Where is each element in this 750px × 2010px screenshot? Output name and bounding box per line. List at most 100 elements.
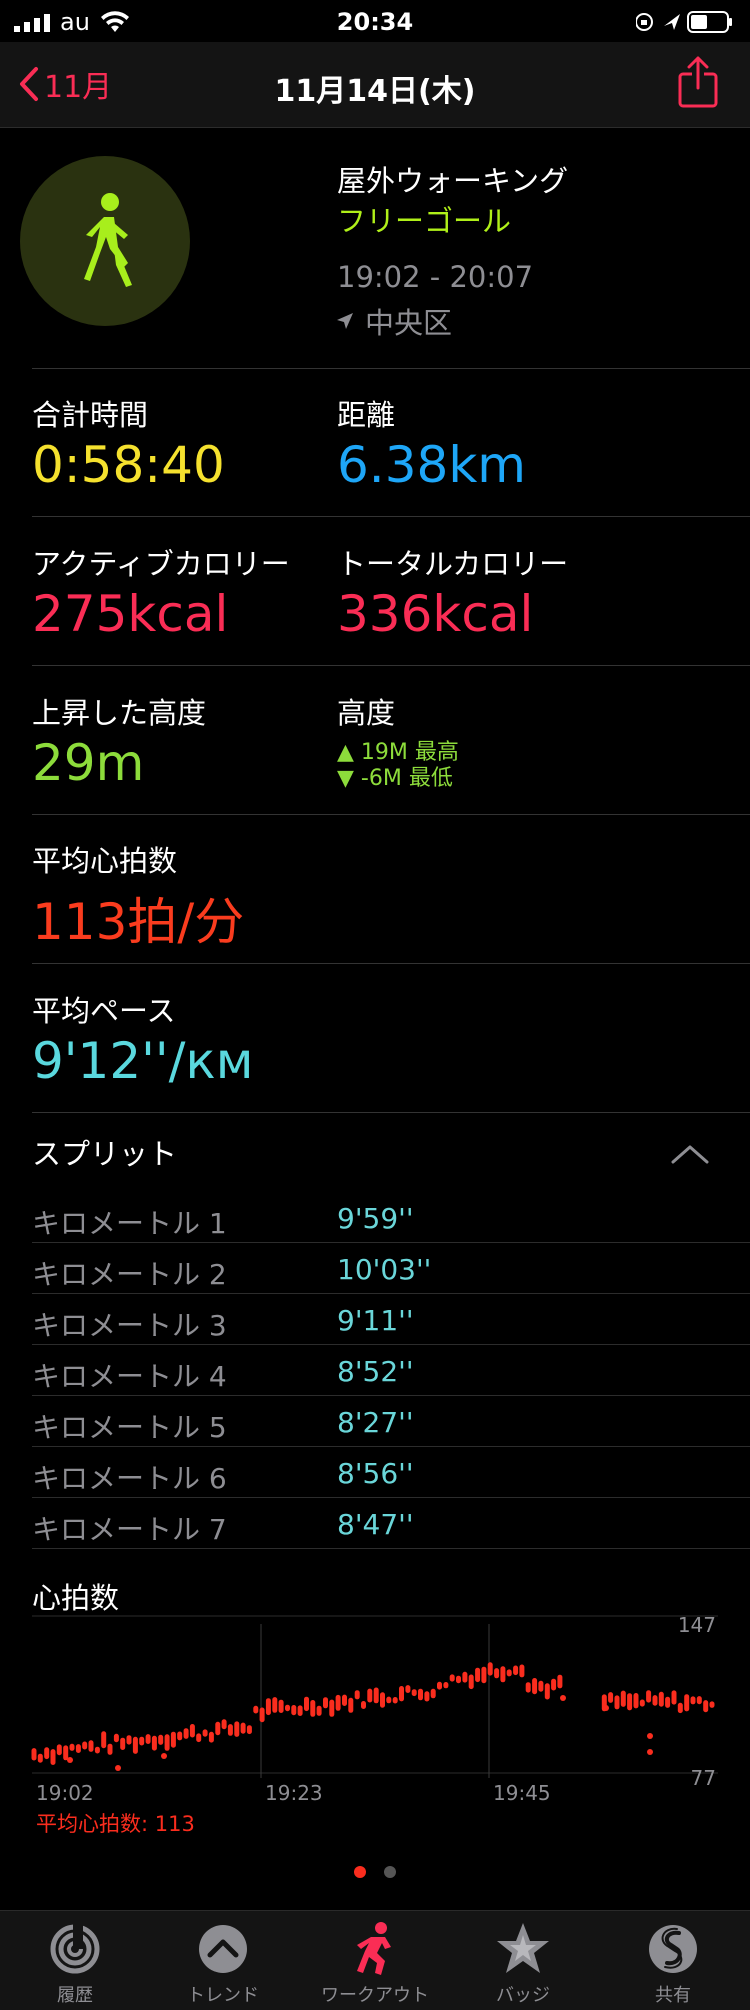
heart-rate-bar: [494, 1668, 500, 1679]
tab-label: ワークアウト: [321, 1985, 429, 2006]
metric-label: 平均心拍数: [32, 844, 178, 878]
tab-sharing[interactable]: 共有: [608, 1919, 738, 2007]
metric-label: アクティブカロリー: [32, 547, 290, 581]
workout-goal: フリーゴール: [337, 204, 512, 238]
heart-rate-bar: [557, 1674, 563, 1689]
metric-value: 0:58:40: [32, 436, 225, 494]
elevation-low: ▼ -6M 最低: [337, 766, 453, 791]
workout-runner-icon: [357, 1922, 391, 1975]
page-indicator[interactable]: [0, 1866, 750, 1878]
heart-rate-bar: [253, 1705, 259, 1714]
trends-chevron-icon: [199, 1925, 247, 1973]
divider: [32, 516, 750, 517]
elevation-range: ▲ 19M 最高 ▼ -6M 最低: [337, 740, 459, 792]
heart-rate-bar: [399, 1686, 404, 1702]
heart-rate-bar: [88, 1740, 94, 1752]
split-row: キロメートル 7 8'47'': [32, 1498, 750, 1549]
heart-rate-bar: [627, 1693, 633, 1711]
divider: [32, 1112, 750, 1113]
heart-rate-bar: [265, 1698, 271, 1716]
metric-label: 距離: [337, 398, 396, 432]
heart-rate-bar: [37, 1753, 43, 1763]
split-pace: 9'59'': [337, 1202, 414, 1235]
heart-rate-bar: [665, 1696, 671, 1708]
metric-label: 合計時間: [32, 398, 149, 432]
heart-rate-bar: [139, 1736, 145, 1746]
x-tick-label: 19:02: [36, 1781, 94, 1805]
split-label: キロメートル 6: [32, 1462, 227, 1495]
heart-rate-point: [161, 1753, 167, 1759]
chevron-up-icon[interactable]: [670, 1143, 710, 1165]
metric-value: 6.38km: [337, 436, 526, 494]
heart-rate-bar: [75, 1744, 81, 1753]
tab-workout[interactable]: ワークアウト: [310, 1919, 440, 2007]
heart-rate-point: [647, 1749, 653, 1755]
split-row: キロメートル 3 9'11'': [32, 1294, 750, 1345]
heart-rate-bar: [430, 1688, 436, 1699]
metric-label: 上昇した高度: [32, 696, 207, 730]
heart-rate-bar: [278, 1699, 284, 1713]
heart-rate-bar: [506, 1669, 512, 1677]
status-indicators: [636, 11, 732, 33]
walking-person-icon: [84, 193, 132, 287]
workout-icon-badge: [20, 156, 190, 326]
split-pace: 8'56'': [337, 1457, 414, 1490]
status-bar: au 20:34: [0, 0, 750, 42]
metric-value: 9'12''/км: [32, 1032, 254, 1090]
heart-rate-bar: [234, 1721, 240, 1737]
heart-rate-bar: [475, 1667, 481, 1683]
metric-value: 275kcal: [32, 585, 229, 643]
heart-rate-bar: [329, 1699, 335, 1717]
heart-rate-bar: [608, 1692, 614, 1703]
page-dot[interactable]: [384, 1866, 396, 1878]
heart-rate-bar: [208, 1731, 214, 1743]
x-tick-label: 19:23: [265, 1781, 323, 1805]
heart-rate-bar: [145, 1734, 151, 1744]
heart-rate-bar: [620, 1690, 626, 1707]
elevation-gain-metric: 上昇した高度 29m: [32, 690, 206, 792]
splits-title: スプリット: [32, 1137, 178, 1171]
metric-label: トータルカロリー: [337, 547, 569, 581]
heart-rate-bar: [107, 1743, 113, 1755]
heart-rate-bar: [380, 1692, 385, 1708]
heart-rate-bar: [126, 1735, 132, 1745]
split-pace: 10'03'': [337, 1253, 432, 1286]
navigation-bar: 11月 11月14日(木): [0, 42, 750, 128]
heart-rate-bar: [354, 1690, 360, 1700]
heart-rate-point: [603, 1705, 609, 1711]
elevation-metric: 高度 ▲ 19M 最高 ▼ -6M 最低: [337, 690, 459, 792]
y-min-label: 77: [691, 1766, 716, 1790]
tab-history[interactable]: 履歴: [10, 1919, 140, 2007]
heart-rate-bar: [639, 1699, 645, 1707]
split-label: キロメートル 7: [32, 1513, 227, 1546]
page-dot-active[interactable]: [354, 1866, 366, 1878]
split-label: キロメートル 2: [32, 1258, 227, 1291]
heart-rate-point: [115, 1765, 121, 1771]
divider: [32, 963, 750, 964]
tab-badges[interactable]: バッジ: [458, 1919, 588, 2007]
heart-rate-bar: [63, 1745, 69, 1761]
tab-trends[interactable]: トレンド: [158, 1919, 288, 2007]
heart-rate-bar: [342, 1694, 347, 1706]
heart-rate-bar: [551, 1678, 557, 1691]
heart-rate-bar: [164, 1734, 170, 1751]
metric-value: 113拍/分: [32, 893, 245, 951]
heart-rate-point: [67, 1757, 73, 1763]
heart-rate-bar: [31, 1748, 37, 1761]
heart-rate-bar: [709, 1701, 715, 1708]
heart-rate-bar: [671, 1690, 677, 1705]
share-icon[interactable]: [676, 56, 720, 108]
distance-metric: 距離 6.38km: [337, 392, 526, 494]
divider: [32, 665, 750, 666]
split-label: キロメートル 5: [32, 1411, 227, 1444]
heart-rate-bar: [405, 1685, 411, 1693]
heart-rate-bar: [196, 1733, 202, 1743]
heart-rate-bar: [183, 1728, 189, 1739]
divider: [32, 814, 750, 815]
heart-rate-bar: [456, 1675, 461, 1684]
heart-rate-bar: [684, 1694, 690, 1712]
workout-type: 屋外ウォーキング: [337, 164, 569, 198]
heart-rate-bar: [101, 1731, 107, 1749]
heart-rate-bar: [177, 1731, 183, 1741]
location-name: 中央区: [365, 306, 453, 340]
